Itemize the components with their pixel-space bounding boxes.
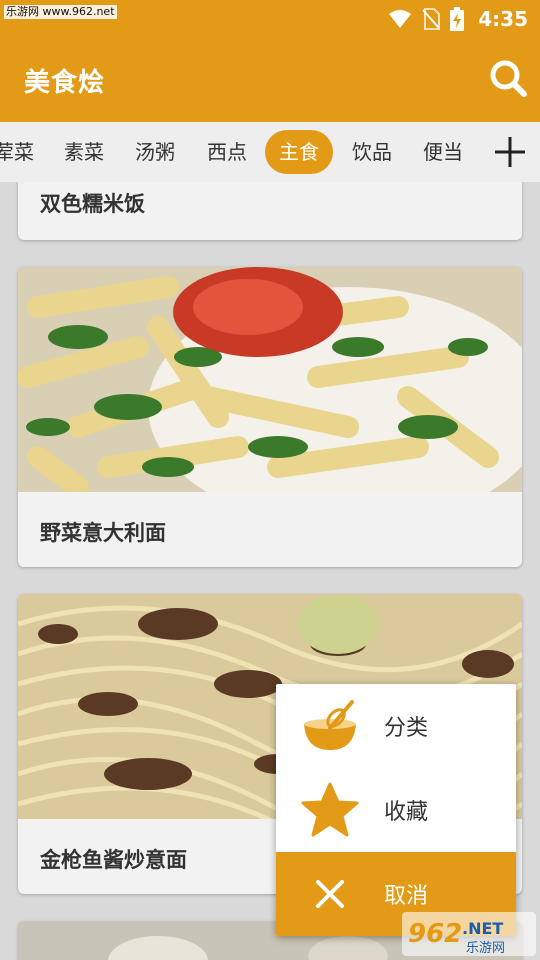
svg-text:962: 962	[408, 919, 462, 949]
no-sim-icon	[422, 8, 441, 30]
category-tab-bar: 荤菜 素菜 汤粥 西点 主食 饮品 便当	[0, 122, 540, 182]
wifi-icon	[389, 10, 412, 28]
close-icon	[316, 880, 344, 908]
watermark-graphic: 962 .NET 乐游网	[408, 919, 505, 956]
recipe-card[interactable]: 野菜意大利面	[18, 267, 522, 567]
clock: 4:35	[478, 7, 528, 31]
tab-bento[interactable]: 便当	[423, 130, 463, 174]
recipe-title: 野菜意大利面	[40, 521, 166, 545]
svg-text:乐游网: 乐游网	[466, 941, 505, 956]
tab-meat[interactable]: 荤菜	[0, 130, 34, 174]
app-bar: 美食烩	[0, 38, 540, 122]
recipe-image	[18, 267, 522, 492]
star-icon	[301, 782, 359, 837]
tab-staple[interactable]: 主食	[265, 130, 333, 174]
search-icon	[490, 60, 527, 97]
status-icons: 4:35	[388, 7, 528, 31]
tab-pastry[interactable]: 西点	[207, 130, 247, 174]
tab-drinks[interactable]: 饮品	[352, 130, 392, 174]
watermark-text: 乐游网 www.962.net	[4, 5, 117, 19]
recipe-title: 金枪鱼酱炒意面	[40, 848, 187, 872]
menu-label: 分类	[384, 716, 429, 741]
battery-charging-icon	[450, 7, 465, 31]
search-button[interactable]	[488, 58, 528, 98]
app-title: 美食烩	[24, 68, 106, 98]
menu-label: 取消	[384, 884, 429, 909]
menu-item-category[interactable]: 分类	[276, 684, 516, 768]
tab-soup[interactable]: 汤粥	[135, 130, 175, 174]
recipe-title: 双色糯米饭	[40, 192, 145, 216]
menu-label: 收藏	[384, 800, 429, 825]
context-menu: 分类 收藏 取消	[276, 684, 516, 936]
whisk-bowl-icon	[304, 700, 356, 750]
svg-text:.NET: .NET	[462, 919, 503, 938]
add-icon	[495, 137, 525, 167]
status-bar: 乐游网 www.962.net 4:35	[0, 0, 540, 38]
add-tab-button[interactable]	[492, 134, 528, 170]
watermark-logo: 962 .NET 乐游网	[402, 912, 536, 956]
tab-vegetable[interactable]: 素菜	[64, 130, 104, 174]
menu-item-favorite[interactable]: 收藏	[276, 768, 516, 852]
recipe-card[interactable]: 双色糯米饭	[18, 182, 522, 240]
